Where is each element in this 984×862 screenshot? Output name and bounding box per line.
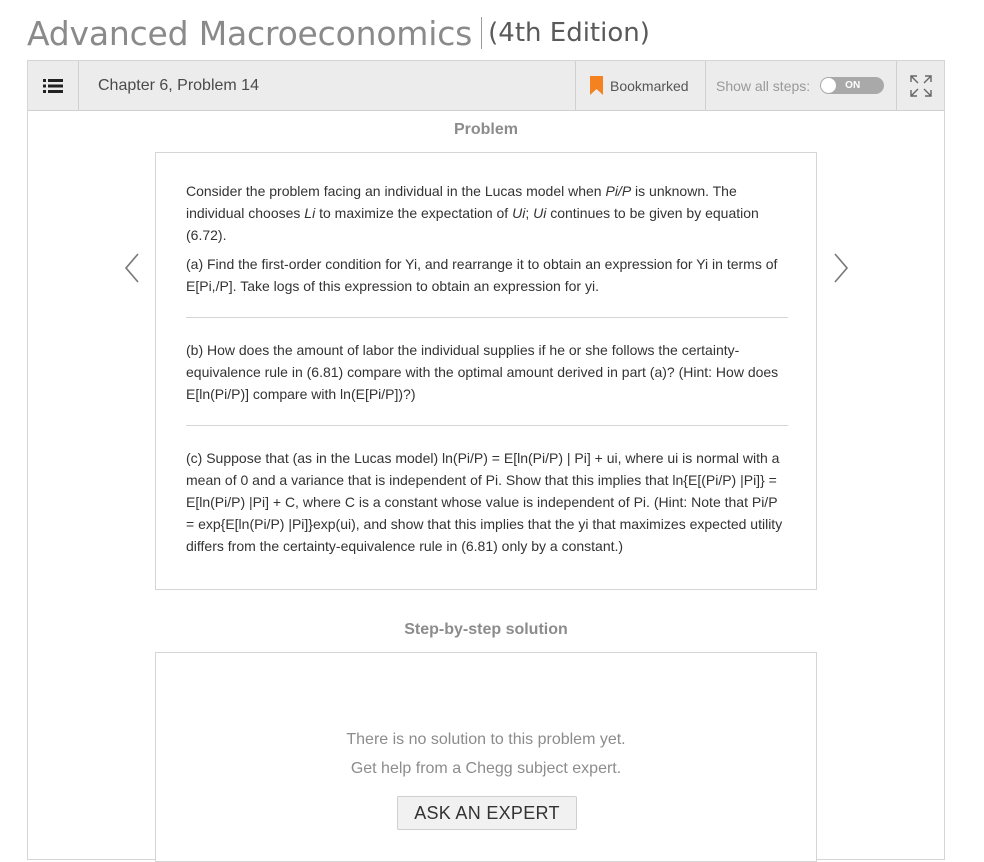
expand-icon — [910, 74, 932, 97]
show-steps-label: Show all steps: — [716, 77, 811, 94]
list-icon — [43, 78, 63, 93]
title-divider — [481, 17, 483, 49]
no-solution-text: There is no solution to this problem yet… — [346, 731, 626, 748]
solution-heading: Step-by-step solution — [404, 621, 568, 638]
problem-part-b: (b) How does the amount of labor the ind… — [186, 342, 779, 402]
book-edition: (4th Edition) — [488, 18, 650, 48]
problem-part-a: (a) Find the first-order condition for Y… — [186, 256, 778, 294]
ask-expert-button[interactable]: ASK AN EXPERT — [397, 796, 577, 830]
chapter-problem-label[interactable]: Chapter 6, Problem 14 — [98, 61, 259, 110]
toggle-knob — [821, 78, 837, 93]
toc-button[interactable] — [28, 61, 79, 110]
expand-button[interactable] — [896, 61, 945, 110]
chevron-right-icon[interactable] — [833, 253, 849, 283]
divider — [186, 317, 788, 318]
toggle-state: ON — [845, 80, 861, 91]
problem-statement-box: Consider the problem facing an individua… — [155, 152, 817, 590]
divider — [186, 425, 788, 426]
problem-intro: Consider the problem facing an individua… — [186, 183, 759, 243]
problem-heading: Problem — [453, 121, 518, 138]
bookmark-label: Bookmarked — [610, 77, 689, 94]
book-title: Advanced Macroeconomics — [27, 13, 473, 53]
show-all-steps: Show all steps: ON — [705, 61, 896, 110]
problem-part-c: (c) Suppose that (as in the Lucas model)… — [186, 450, 783, 554]
bookmark-button[interactable]: Bookmarked — [575, 61, 706, 110]
toolbar: Chapter 6, Problem 14 Bookmarked Show al… — [28, 61, 944, 111]
bookmark-icon — [590, 76, 603, 95]
book-title-bar: Advanced Macroeconomics (4th Edition) — [27, 12, 650, 54]
solution-box: There is no solution to this problem yet… — [155, 652, 817, 862]
show-steps-toggle[interactable]: ON — [820, 77, 885, 94]
chevron-left-icon[interactable] — [124, 253, 140, 283]
get-help-text: Get help from a Chegg subject expert. — [350, 760, 622, 777]
